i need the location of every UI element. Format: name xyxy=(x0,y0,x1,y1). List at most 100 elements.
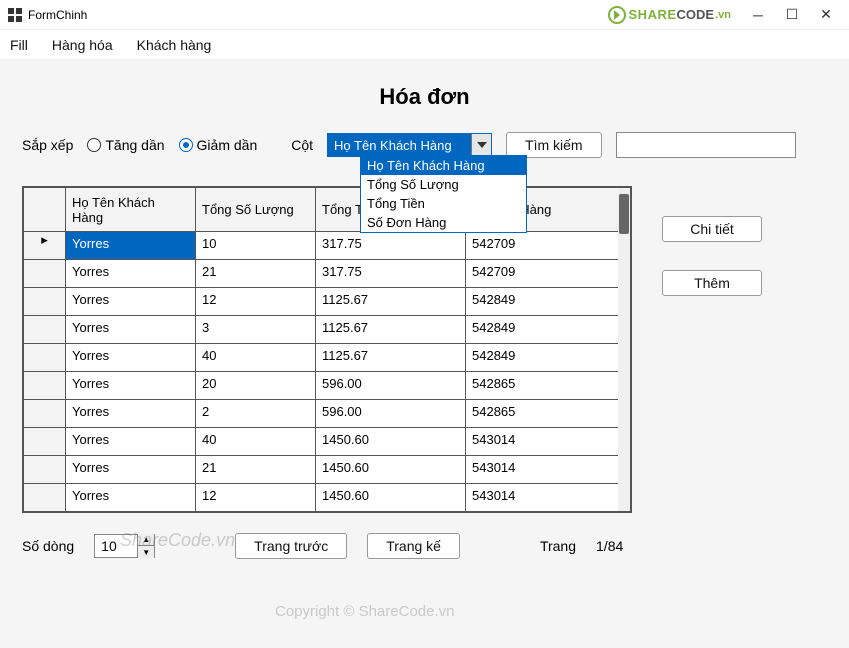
cell-total[interactable]: 596.00 xyxy=(316,372,466,400)
table-row[interactable]: ▸Yorres10317.75542709 xyxy=(24,232,631,260)
column-combo[interactable]: Họ Tên Khách Hàng xyxy=(327,133,492,157)
cell-name[interactable]: Yorres xyxy=(66,456,196,484)
cell-qty[interactable]: 2 xyxy=(196,400,316,428)
chevron-down-icon xyxy=(471,134,491,156)
cell-total[interactable]: 1125.67 xyxy=(316,316,466,344)
row-pointer-cell[interactable] xyxy=(24,316,66,344)
row-pointer-cell[interactable] xyxy=(24,344,66,372)
row-pointer-cell[interactable] xyxy=(24,400,66,428)
cell-total[interactable]: 1450.60 xyxy=(316,456,466,484)
cell-qty[interactable]: 21 xyxy=(196,456,316,484)
table-row[interactable]: Yorres20596.00542865 xyxy=(24,372,631,400)
dropdown-option[interactable]: Số Đơn Hàng xyxy=(361,213,526,232)
cell-name[interactable]: Yorres xyxy=(66,260,196,288)
row-pointer-cell[interactable] xyxy=(24,260,66,288)
cell-name[interactable]: Yorres xyxy=(66,484,196,512)
cell-name[interactable]: Yorres xyxy=(66,372,196,400)
cell-total[interactable]: 1125.67 xyxy=(316,288,466,316)
close-button[interactable]: ✕ xyxy=(809,1,843,29)
cell-qty[interactable]: 21 xyxy=(196,260,316,288)
row-pointer-cell[interactable] xyxy=(24,288,66,316)
cell-order[interactable]: 542709 xyxy=(466,232,631,260)
radio-desc[interactable]: Giảm dần xyxy=(179,137,258,153)
cell-total[interactable]: 317.75 xyxy=(316,232,466,260)
cell-qty[interactable]: 40 xyxy=(196,344,316,372)
cell-order[interactable]: 542849 xyxy=(466,288,631,316)
window-title: FormChinh xyxy=(28,8,87,22)
menu-fill[interactable]: Fill xyxy=(10,37,28,53)
table-row[interactable]: Yorres21317.75542709 xyxy=(24,260,631,288)
cell-qty[interactable]: 12 xyxy=(196,288,316,316)
step-down-icon[interactable]: ▼ xyxy=(138,546,154,558)
table-row[interactable]: Yorres401125.67542849 xyxy=(24,344,631,372)
search-input[interactable] xyxy=(616,132,796,158)
col-name[interactable]: Họ Tên Khách Hàng xyxy=(66,188,196,232)
prev-page-button[interactable]: Trang trước xyxy=(235,533,347,559)
page-value: 1/84 xyxy=(596,538,623,554)
minimize-button[interactable]: ─ xyxy=(741,1,775,29)
cell-qty[interactable]: 20 xyxy=(196,372,316,400)
menu-khachhang[interactable]: Khách hàng xyxy=(137,37,212,53)
row-pointer-cell[interactable] xyxy=(24,456,66,484)
dropdown-option[interactable]: Họ Tên Khách Hàng xyxy=(361,156,526,175)
cell-total[interactable]: 1450.60 xyxy=(316,428,466,456)
watermark: Copyright © ShareCode.vn xyxy=(275,603,454,620)
add-button[interactable]: Thêm xyxy=(662,270,762,296)
cell-order[interactable]: 542865 xyxy=(466,400,631,428)
cell-order[interactable]: 542709 xyxy=(466,260,631,288)
radio-desc-icon xyxy=(179,138,193,152)
cell-qty[interactable]: 40 xyxy=(196,428,316,456)
cell-qty[interactable]: 3 xyxy=(196,316,316,344)
cell-total[interactable]: 1125.67 xyxy=(316,344,466,372)
table-row[interactable]: Yorres401450.60543014 xyxy=(24,428,631,456)
maximize-button[interactable]: ☐ xyxy=(775,1,809,29)
dropdown-option[interactable]: Tổng Tiền xyxy=(361,194,526,213)
cell-order[interactable]: 543014 xyxy=(466,484,631,512)
detail-button[interactable]: Chi tiết xyxy=(662,216,762,242)
cell-qty[interactable]: 10 xyxy=(196,232,316,260)
scroll-thumb[interactable] xyxy=(619,194,629,234)
cell-order[interactable]: 542865 xyxy=(466,372,631,400)
cell-name[interactable]: Yorres xyxy=(66,428,196,456)
step-up-icon[interactable]: ▲ xyxy=(138,534,154,546)
sort-label: Sắp xếp xyxy=(22,137,73,153)
cell-order[interactable]: 542849 xyxy=(466,344,631,372)
cell-order[interactable]: 543014 xyxy=(466,428,631,456)
cell-total[interactable]: 317.75 xyxy=(316,260,466,288)
cell-order[interactable]: 542849 xyxy=(466,316,631,344)
titlebar: FormChinh SHARECODE.vn ─ ☐ ✕ xyxy=(0,0,849,30)
row-pointer-cell[interactable] xyxy=(24,484,66,512)
cell-total[interactable]: 596.00 xyxy=(316,400,466,428)
vertical-scrollbar[interactable] xyxy=(618,188,630,511)
column-combo-value: Họ Tên Khách Hàng xyxy=(328,134,471,156)
cell-order[interactable]: 543014 xyxy=(466,456,631,484)
row-selector-header xyxy=(24,188,66,232)
rows-label: Số dòng xyxy=(22,538,74,554)
cell-name[interactable]: Yorres xyxy=(66,316,196,344)
column-label: Cột xyxy=(291,137,313,153)
row-pointer-cell[interactable] xyxy=(24,428,66,456)
cell-name[interactable]: Yorres xyxy=(66,288,196,316)
col-qty[interactable]: Tổng Số Lượng xyxy=(196,188,316,232)
row-pointer-cell[interactable] xyxy=(24,372,66,400)
dropdown-option[interactable]: Tổng Số Lượng xyxy=(361,175,526,194)
table-row[interactable]: Yorres2596.00542865 xyxy=(24,400,631,428)
table-row[interactable]: Yorres121125.67542849 xyxy=(24,288,631,316)
data-grid: Họ Tên Khách Hàng Tổng Số Lượng Tổng Tiề… xyxy=(22,186,632,513)
next-page-button[interactable]: Trang kế xyxy=(367,533,460,559)
column-dropdown: Họ Tên Khách Hàng Tổng Số Lượng Tổng Tiề… xyxy=(360,155,527,233)
table-row[interactable]: Yorres211450.60543014 xyxy=(24,456,631,484)
cell-name[interactable]: Yorres xyxy=(66,400,196,428)
cell-name[interactable]: Yorres xyxy=(66,232,196,260)
rows-per-page-stepper[interactable]: 10 ▲ ▼ xyxy=(94,534,155,558)
cell-qty[interactable]: 12 xyxy=(196,484,316,512)
menu-hanghoa[interactable]: Hàng hóa xyxy=(52,37,113,53)
row-pointer-cell[interactable]: ▸ xyxy=(24,232,66,260)
table-row[interactable]: Yorres31125.67542849 xyxy=(24,316,631,344)
cell-total[interactable]: 1450.60 xyxy=(316,484,466,512)
page-label: Trang xyxy=(540,538,576,554)
page-title: Hóa đơn xyxy=(0,84,849,110)
table-row[interactable]: Yorres121450.60543014 xyxy=(24,484,631,512)
radio-asc[interactable]: Tăng dần xyxy=(87,137,164,153)
cell-name[interactable]: Yorres xyxy=(66,344,196,372)
